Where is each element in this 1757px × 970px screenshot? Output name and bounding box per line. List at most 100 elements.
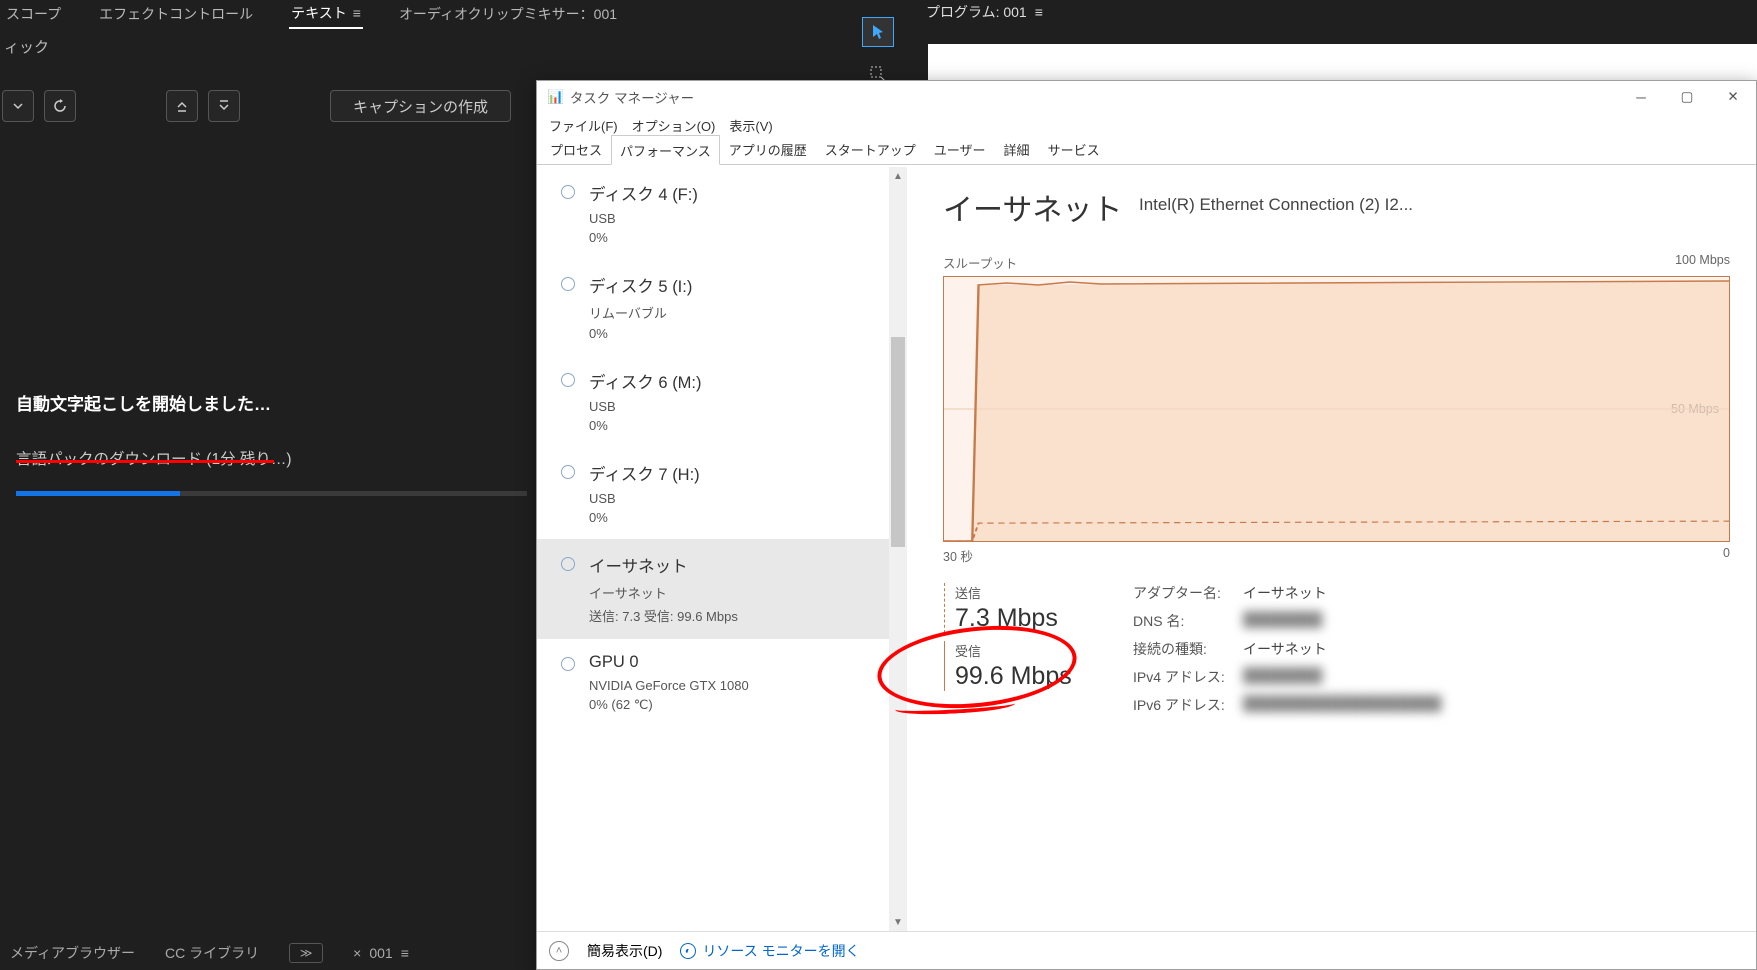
scrollbar[interactable]: ▲ ▼ (889, 167, 907, 931)
stat-recv-value: 99.6 Mbps (955, 662, 1133, 691)
stat-send-value: 7.3 Mbps (955, 604, 1133, 633)
resource-name: ディスク 5 (I:) (589, 273, 692, 297)
window-title: タスク マネージャー (570, 87, 694, 107)
property-value: イーサネット (1243, 639, 1327, 659)
tab-startup[interactable]: スタートアップ (816, 134, 925, 164)
move-up-button[interactable] (166, 90, 198, 122)
minimize-button[interactable]: ─ (1618, 81, 1664, 113)
expand-tabs-button[interactable]: ≫ (289, 943, 323, 963)
property-row: IPv4 アドレス:████████ (1133, 667, 1730, 687)
maximize-button[interactable]: ▢ (1664, 81, 1710, 113)
tab-performance[interactable]: パフォーマンス (611, 135, 720, 165)
stat-send: 送信 7.3 Mbps (944, 583, 1133, 633)
resource-sub: イーサネット (589, 583, 738, 602)
dropdown-button[interactable] (2, 90, 34, 122)
detail-heading: イーサネット (943, 185, 1122, 229)
pointer-tool-icon[interactable] (863, 18, 893, 46)
property-key: 接続の種類: (1133, 639, 1243, 659)
tab-scope[interactable]: スコープ (4, 0, 63, 28)
transcribe-status: 自動文字起こしを開始しました… 言語パックのダウンロード (1分 残り…) (16, 390, 527, 496)
adapter-full-name: Intel(R) Ethernet Connection (2) I2... (1139, 195, 1756, 215)
program-panel-label: プログラム: 001 (926, 2, 1027, 22)
sidebar-resource-item[interactable]: ディスク 6 (M:) USB 0% (537, 355, 907, 447)
chart-label-throughput: スループット (943, 253, 1017, 272)
scroll-thumb[interactable] (891, 337, 905, 547)
chart-label-xright: 0 (1723, 546, 1730, 565)
progress-bar (16, 491, 527, 496)
property-value: ████████████████████ (1243, 695, 1441, 715)
resmon-label: リソース モニターを開く (702, 941, 859, 961)
tab-audio-mixer[interactable]: オーディオクリップミキサー：001 (397, 0, 619, 28)
stat-send-label: 送信 (955, 583, 1133, 602)
resource-name: イーサネット (589, 553, 738, 577)
sidebar-resource-item[interactable]: ディスク 7 (H:) USB 0% (537, 447, 907, 539)
program-panel-tab[interactable]: プログラム: 001 ≡ (926, 2, 1043, 22)
app-icon: 📊 (547, 89, 564, 105)
sidebar-resource-item[interactable]: イーサネット イーサネット 送信: 7.3 受信: 99.6 Mbps (537, 539, 907, 639)
tab-users[interactable]: ユーザー (925, 134, 995, 164)
tab-app-history[interactable]: アプリの履歴 (720, 134, 816, 164)
throughput-chart: 50 Mbps (943, 276, 1730, 542)
resource-value: 0% (589, 326, 692, 341)
chart-label-max: 100 Mbps (1675, 253, 1730, 272)
fewer-details-button[interactable]: 簡易表示(D) (587, 941, 662, 961)
stat-recv: 受信 99.6 Mbps (944, 641, 1133, 691)
tab-text[interactable]: テキスト≡ (289, 0, 363, 29)
tab-services[interactable]: サービス (1039, 134, 1109, 164)
tab-processes[interactable]: プロセス (541, 134, 611, 164)
menu-options[interactable]: オプション(O) (626, 114, 722, 137)
task-manager-window: 📊 タスク マネージャー ─ ▢ ✕ ファイル(F) オプション(O) 表示(V… (536, 80, 1757, 970)
resource-value: 0% (589, 418, 702, 433)
transcribe-subtitle: 言語パックのダウンロード (1分 残り…) (16, 447, 527, 469)
resource-sub: リムーバブル (589, 303, 692, 322)
resource-graph-icon (561, 557, 575, 571)
annotation-underline (16, 460, 274, 463)
property-value: イーサネット (1243, 583, 1327, 603)
transcribe-title: 自動文字起こしを開始しました… (16, 390, 527, 415)
resource-sub: USB (589, 211, 698, 226)
close-icon[interactable]: × (353, 945, 361, 961)
resource-name: ディスク 6 (M:) (589, 369, 702, 393)
resource-value: 0% (589, 230, 698, 245)
sidebar-resource-item[interactable]: ディスク 4 (F:) USB 0% (537, 167, 907, 259)
scroll-up-icon[interactable]: ▲ (889, 167, 907, 185)
property-row: DNS 名:████████ (1133, 611, 1730, 631)
tab-details[interactable]: 詳細 (995, 134, 1039, 164)
resource-graph-icon (561, 277, 575, 291)
property-row: アダプター名:イーサネット (1133, 583, 1730, 603)
text-panel-subtab[interactable]: ィック (0, 36, 49, 57)
create-caption-button[interactable]: キャプションの作成 (330, 90, 511, 122)
chart-label-xleft: 30 秒 (943, 546, 973, 565)
sidebar-resource-item[interactable]: ディスク 5 (I:) リムーバブル 0% (537, 259, 907, 355)
tab-cc-library[interactable]: CC ライブラリ (165, 943, 259, 963)
open-resmon-link[interactable]: ◐ リソース モニターを開く (680, 941, 859, 961)
panel-menu-icon[interactable]: ≡ (401, 945, 409, 961)
tab-media-browser[interactable]: メディアブラウザー (10, 943, 135, 963)
program-tool-column (854, 18, 902, 88)
titlebar[interactable]: 📊 タスク マネージャー ─ ▢ ✕ (537, 81, 1756, 113)
tab-effect-controls[interactable]: エフェクトコントロール (97, 0, 255, 28)
resource-value: 送信: 7.3 受信: 99.6 Mbps (589, 606, 738, 625)
panel-menu-icon[interactable]: ≡ (1035, 4, 1043, 20)
sidebar-resource-item[interactable]: GPU 0 NVIDIA GeForce GTX 1080 0% (62 ℃) (537, 639, 907, 727)
chart-svg (944, 277, 1729, 541)
resource-graph-icon (561, 465, 575, 479)
move-down-button[interactable] (208, 90, 240, 122)
collapse-icon[interactable]: ˄ (549, 941, 569, 961)
property-key: IPv6 アドレス: (1133, 695, 1243, 715)
property-row: IPv6 アドレス:████████████████████ (1133, 695, 1730, 715)
property-value: ████████ (1243, 611, 1322, 631)
resource-sub: NVIDIA GeForce GTX 1080 (589, 678, 749, 693)
scroll-down-icon[interactable]: ▼ (889, 913, 907, 931)
stat-recv-label: 受信 (955, 641, 1133, 660)
tm-tabs: プロセス パフォーマンス アプリの履歴 スタートアップ ユーザー 詳細 サービス (537, 137, 1756, 165)
refresh-button[interactable] (44, 90, 76, 122)
progress-fill (16, 491, 180, 496)
resource-graph-icon (561, 373, 575, 387)
sequence-tab[interactable]: × 001 ≡ (353, 945, 409, 961)
resource-value: 0% (589, 510, 700, 525)
close-button[interactable]: ✕ (1710, 81, 1756, 113)
resource-sub: USB (589, 399, 702, 414)
panel-menu-icon[interactable]: ≡ (353, 5, 361, 21)
resource-name: ディスク 4 (F:) (589, 181, 698, 205)
